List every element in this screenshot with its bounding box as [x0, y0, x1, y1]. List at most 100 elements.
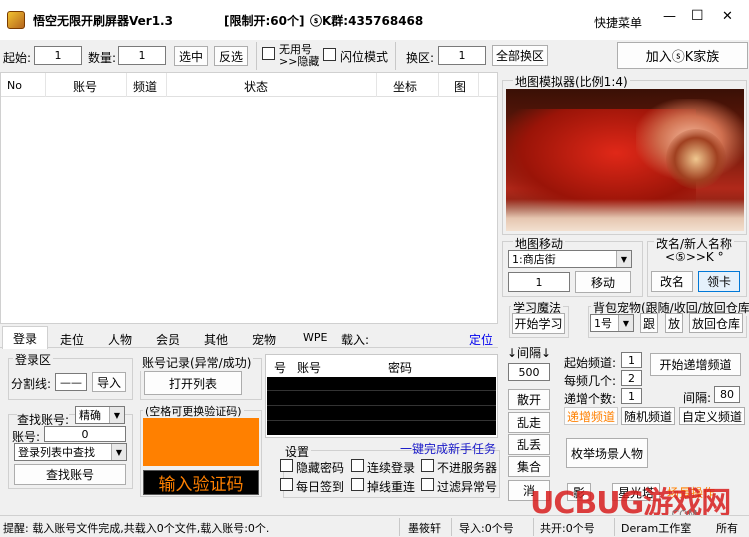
tab-wpe[interactable]: WPE [303, 331, 327, 344]
col-sep [126, 73, 127, 97]
divider [395, 42, 396, 70]
custom-channel-radio[interactable]: 自定义频道 [679, 407, 745, 425]
move-button[interactable]: 移动 [575, 271, 631, 293]
tab-character[interactable]: 人物 [108, 331, 132, 348]
continuous-login-checkbox[interactable] [351, 459, 364, 472]
scatter-button[interactable]: 散开 [508, 389, 550, 410]
status-sep [533, 518, 534, 536]
chevron-down-icon: ▼ [616, 251, 631, 267]
location-value: 1:商店街 [512, 253, 556, 266]
tab-pet[interactable]: 宠物 [252, 331, 276, 348]
select-button[interactable]: 选中 [174, 46, 208, 66]
start-channel-input[interactable]: 1 [621, 352, 642, 368]
tab-member[interactable]: 会员 [156, 331, 180, 348]
tab-walk[interactable]: 走位 [60, 331, 84, 348]
start-channel-label: 起始频道: [564, 356, 617, 370]
tab-other[interactable]: 其他 [204, 331, 228, 348]
switch-all-button[interactable]: 全部换区 [492, 45, 548, 66]
tab-login-label[interactable]: 登录 [13, 330, 37, 347]
input-captcha-button[interactable]: 输入验证码 [143, 470, 259, 495]
pet-slot-select[interactable]: 1号 ▼ [590, 314, 634, 332]
tab-load[interactable]: 载入: [341, 331, 369, 348]
col-channel[interactable]: 频道 [133, 78, 157, 95]
find-mode-select[interactable]: 精确 ▼ [75, 406, 125, 424]
status-sep [614, 518, 615, 536]
rename-button[interactable]: 改名 [651, 271, 693, 292]
account-input[interactable]: 0 [44, 426, 126, 442]
col-map[interactable]: 图 [454, 78, 466, 95]
reconnect-label: 掉线重连 [367, 480, 416, 494]
inc-channel-radio[interactable]: 递增频道 [564, 407, 618, 425]
join-family-button[interactable]: 加入ⓢK家族 [617, 42, 748, 69]
col-status[interactable]: 状态 [244, 78, 268, 95]
locate-link[interactable]: 定位 [469, 331, 493, 348]
interval-input[interactable]: 500 [508, 363, 550, 381]
account-password-table[interactable]: 号 账号 密码 [265, 354, 498, 438]
quick-menu[interactable]: 快捷菜单 [594, 14, 642, 31]
minimize-icon[interactable]: — [663, 9, 676, 24]
map-move-input[interactable]: 1 [508, 272, 570, 292]
status-rights: 所有 [716, 522, 738, 535]
account-list-table[interactable]: No 账号 频道 状态 坐标 图 [0, 72, 498, 324]
invert-button[interactable]: 反选 [214, 46, 248, 66]
window-title: 悟空无限开刷屏器Ver1.3 [33, 14, 173, 28]
daily-checkin-label: 每日签到 [296, 480, 345, 494]
col-account[interactable]: 账号 [73, 78, 97, 95]
col-no[interactable]: No [7, 79, 22, 92]
status-sep [451, 518, 452, 536]
col-coord[interactable]: 坐标 [393, 78, 417, 95]
find-in-list-select[interactable]: 登录列表中查找 ▼ [14, 443, 127, 461]
close-icon[interactable]: ✕ [722, 9, 733, 24]
split-input[interactable]: —— [55, 373, 87, 391]
col-sep [438, 73, 439, 97]
count-label: 数量: [88, 51, 117, 65]
hide-password-label: 隐藏密码 [296, 461, 345, 475]
find-mode-value: 精确 [79, 409, 101, 422]
qq-group-label: ⓢK群:435768468 [310, 14, 424, 28]
location-select[interactable]: 1:商店街 ▼ [508, 250, 632, 268]
status-loaded: 导入:0个号 [459, 522, 514, 535]
interval2-input[interactable]: 80 [714, 386, 740, 403]
return-storage-button[interactable]: 放回仓库 [689, 313, 743, 333]
map-image[interactable] [506, 89, 744, 231]
per-channel-input[interactable]: 2 [621, 370, 642, 386]
start-inc-channel-button[interactable]: 开始递增频道 [650, 353, 741, 376]
inc-count-input[interactable]: 1 [621, 388, 642, 404]
hide-useless-checkbox[interactable] [262, 47, 275, 60]
follow-button[interactable]: 跟 [640, 313, 658, 333]
status-bar: 提醒: 载入账号文件完成,共载入0个文件,载入账号:0个. 墨筱轩 导入:0个号… [0, 515, 749, 537]
maximize-icon[interactable]: ☐ [691, 8, 704, 24]
hide-password-checkbox[interactable] [280, 459, 293, 472]
gather-button[interactable]: 集合 [508, 456, 550, 477]
reconnect-checkbox[interactable] [351, 478, 364, 491]
start-learn-button[interactable]: 开始学习 [512, 313, 565, 334]
col-sep [478, 73, 479, 97]
daily-checkin-checkbox[interactable] [280, 478, 293, 491]
open-list-button[interactable]: 打开列表 [144, 371, 242, 395]
find-account-button[interactable]: 查找账号 [14, 464, 126, 485]
new-name-value[interactable]: <⑤>>K ° [665, 250, 724, 264]
release-button[interactable]: 放 [665, 313, 683, 333]
switch-area-input[interactable]: 1 [438, 46, 486, 65]
import-button[interactable]: 导入 [92, 372, 126, 392]
random-channel-radio[interactable]: 随机频道 [621, 407, 675, 425]
hide-useless-label-2: >>隐藏 [279, 55, 320, 68]
no-server-checkbox[interactable] [421, 459, 434, 472]
claim-card-button[interactable]: 领卡 [698, 271, 740, 292]
count-input[interactable]: 1 [118, 46, 166, 65]
split-label: 分割线: [11, 377, 52, 391]
start-input[interactable]: 1 [34, 46, 82, 65]
interval2-label: 间隔: [683, 391, 712, 405]
flash-mode-checkbox[interactable] [323, 48, 336, 61]
newbie-task-link[interactable]: 一键完成新手任务 [400, 440, 496, 457]
filter-abnormal-checkbox[interactable] [421, 478, 434, 491]
map-ground [506, 199, 744, 231]
chevron-down-icon: ▼ [618, 315, 633, 331]
start-label: 起始: [3, 51, 32, 65]
enum-scene-button[interactable]: 枚举场景人物 [566, 438, 648, 468]
captcha-image[interactable] [143, 418, 259, 466]
col-sep [45, 73, 46, 97]
random-walk-button[interactable]: 乱走 [508, 412, 550, 433]
random-drop-button[interactable]: 乱丢 [508, 434, 550, 455]
per-channel-label: 每频几个: [564, 374, 617, 388]
